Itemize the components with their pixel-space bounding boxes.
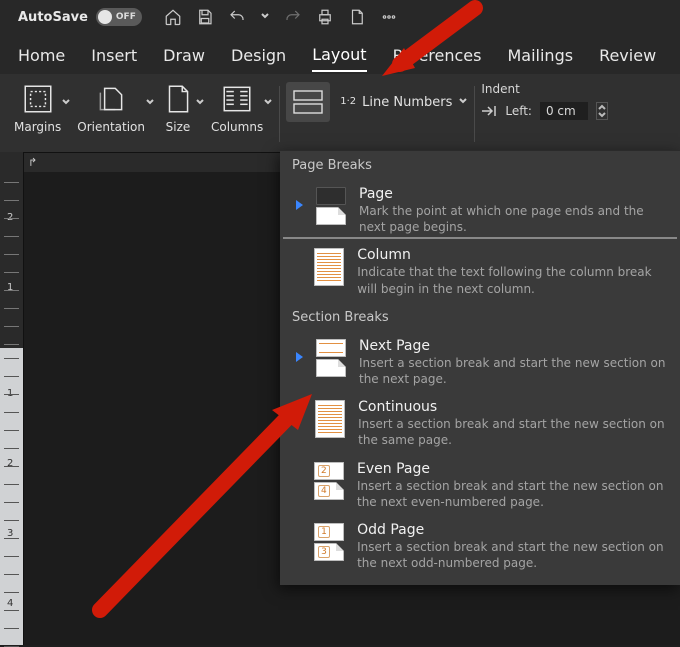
breaks-menu: Page Breaks Page Mark the point at which… bbox=[280, 150, 680, 585]
menu-item-title: Column bbox=[357, 247, 668, 263]
new-document-icon[interactable] bbox=[348, 8, 366, 26]
menu-header-page-breaks: Page Breaks bbox=[280, 151, 680, 180]
menu-header-section-breaks: Section Breaks bbox=[280, 303, 680, 332]
autosave-toggle[interactable]: AutoSave OFF bbox=[18, 8, 142, 26]
indent-group: Indent Left: 0 cm bbox=[481, 82, 608, 120]
vertical-ruler[interactable]: 1234 21 bbox=[0, 152, 24, 645]
menu-item-odd-page[interactable]: Odd Page Insert a section break and star… bbox=[280, 516, 680, 577]
columns-button[interactable]: Columns bbox=[211, 82, 263, 134]
tab-mailings[interactable]: Mailings bbox=[507, 46, 573, 71]
indent-left-icon bbox=[481, 105, 497, 117]
menu-item-column[interactable]: Column Indicate that the text following … bbox=[280, 241, 680, 302]
menu-item-title: Continuous bbox=[358, 399, 668, 415]
menu-item-title: Even Page bbox=[357, 461, 668, 477]
more-icon[interactable] bbox=[380, 8, 398, 26]
menu-item-continuous[interactable]: Continuous Insert a section break and st… bbox=[280, 393, 680, 454]
menu-item-even-page[interactable]: Even Page Insert a section break and sta… bbox=[280, 455, 680, 516]
orientation-chevron-icon[interactable] bbox=[145, 96, 155, 111]
menu-item-description: Mark the point at which one page ends an… bbox=[359, 203, 668, 235]
line-numbers-button[interactable]: 1·2 Line Numbers bbox=[340, 95, 468, 110]
menu-item-description: Indicate that the text following the col… bbox=[357, 264, 668, 296]
line-numbers-label: Line Numbers bbox=[362, 95, 452, 110]
autosave-label: AutoSave bbox=[18, 10, 88, 25]
orientation-button[interactable]: Orientation bbox=[77, 82, 145, 134]
home-icon[interactable] bbox=[164, 8, 182, 26]
size-icon bbox=[161, 82, 195, 116]
breaks-button[interactable] bbox=[286, 82, 330, 122]
indent-left-value[interactable]: 0 cm bbox=[540, 102, 588, 120]
size-button[interactable]: Size bbox=[161, 82, 195, 134]
breaks-icon bbox=[292, 89, 324, 115]
print-icon[interactable] bbox=[316, 8, 334, 26]
menu-item-title: Page bbox=[359, 186, 668, 202]
spinner-up-icon[interactable] bbox=[597, 103, 607, 111]
ruler-number: 1 bbox=[7, 282, 13, 293]
line-numbers-prefix: 1·2 bbox=[340, 97, 356, 107]
menu-item-page[interactable]: Page Mark the point at which one page en… bbox=[280, 180, 680, 241]
margins-button[interactable]: Margins bbox=[14, 82, 61, 134]
menu-item-title: Next Page bbox=[359, 338, 668, 354]
tab-home[interactable]: Home bbox=[18, 46, 65, 71]
margins-chevron-icon[interactable] bbox=[61, 96, 71, 111]
autosave-switch[interactable]: OFF bbox=[96, 8, 142, 26]
ruler-number: 2 bbox=[7, 458, 13, 469]
indent-left-label: Left: bbox=[505, 104, 532, 118]
menu-item-description: Insert a section break and start the new… bbox=[357, 478, 668, 510]
ruler-number: 4 bbox=[7, 598, 13, 609]
ribbon-layout: Margins Orientation Size Columns 1·2 Lin… bbox=[0, 74, 680, 152]
redo-icon[interactable] bbox=[284, 8, 302, 26]
line-numbers-chevron-icon bbox=[458, 95, 468, 110]
title-bar: AutoSave OFF bbox=[0, 0, 680, 34]
indent-heading: Indent bbox=[481, 82, 608, 96]
menu-item-description: Insert a section break and start the new… bbox=[359, 355, 668, 387]
menu-item-description: Insert a section break and start the new… bbox=[357, 539, 668, 571]
menu-item-description: Insert a section break and start the new… bbox=[358, 416, 668, 448]
size-chevron-icon[interactable] bbox=[195, 96, 205, 111]
tab-review[interactable]: Review bbox=[599, 46, 656, 71]
quick-access-toolbar bbox=[164, 8, 398, 26]
undo-icon[interactable] bbox=[228, 8, 246, 26]
orientation-icon bbox=[94, 82, 128, 116]
tab-layout[interactable]: Layout bbox=[312, 45, 366, 72]
menu-item-next-page[interactable]: Next Page Insert a section break and sta… bbox=[280, 332, 680, 393]
tab-draw[interactable]: Draw bbox=[163, 46, 205, 71]
ribbon-tabs: Home Insert Draw Design Layout References Mail… bbox=[0, 34, 680, 74]
ribbon-divider bbox=[474, 86, 475, 142]
menu-item-title: Odd Page bbox=[357, 522, 668, 538]
columns-icon bbox=[220, 82, 254, 116]
save-icon[interactable] bbox=[196, 8, 214, 26]
tab-design[interactable]: Design bbox=[231, 46, 286, 71]
columns-chevron-icon[interactable] bbox=[263, 96, 273, 111]
margins-icon bbox=[21, 82, 55, 116]
indent-left-spinner[interactable] bbox=[596, 102, 608, 120]
tab-references[interactable]: References bbox=[393, 46, 482, 71]
undo-dropdown-icon[interactable] bbox=[260, 10, 270, 25]
spinner-down-icon[interactable] bbox=[597, 111, 607, 119]
ribbon-divider bbox=[279, 86, 280, 142]
tab-insert[interactable]: Insert bbox=[91, 46, 137, 71]
